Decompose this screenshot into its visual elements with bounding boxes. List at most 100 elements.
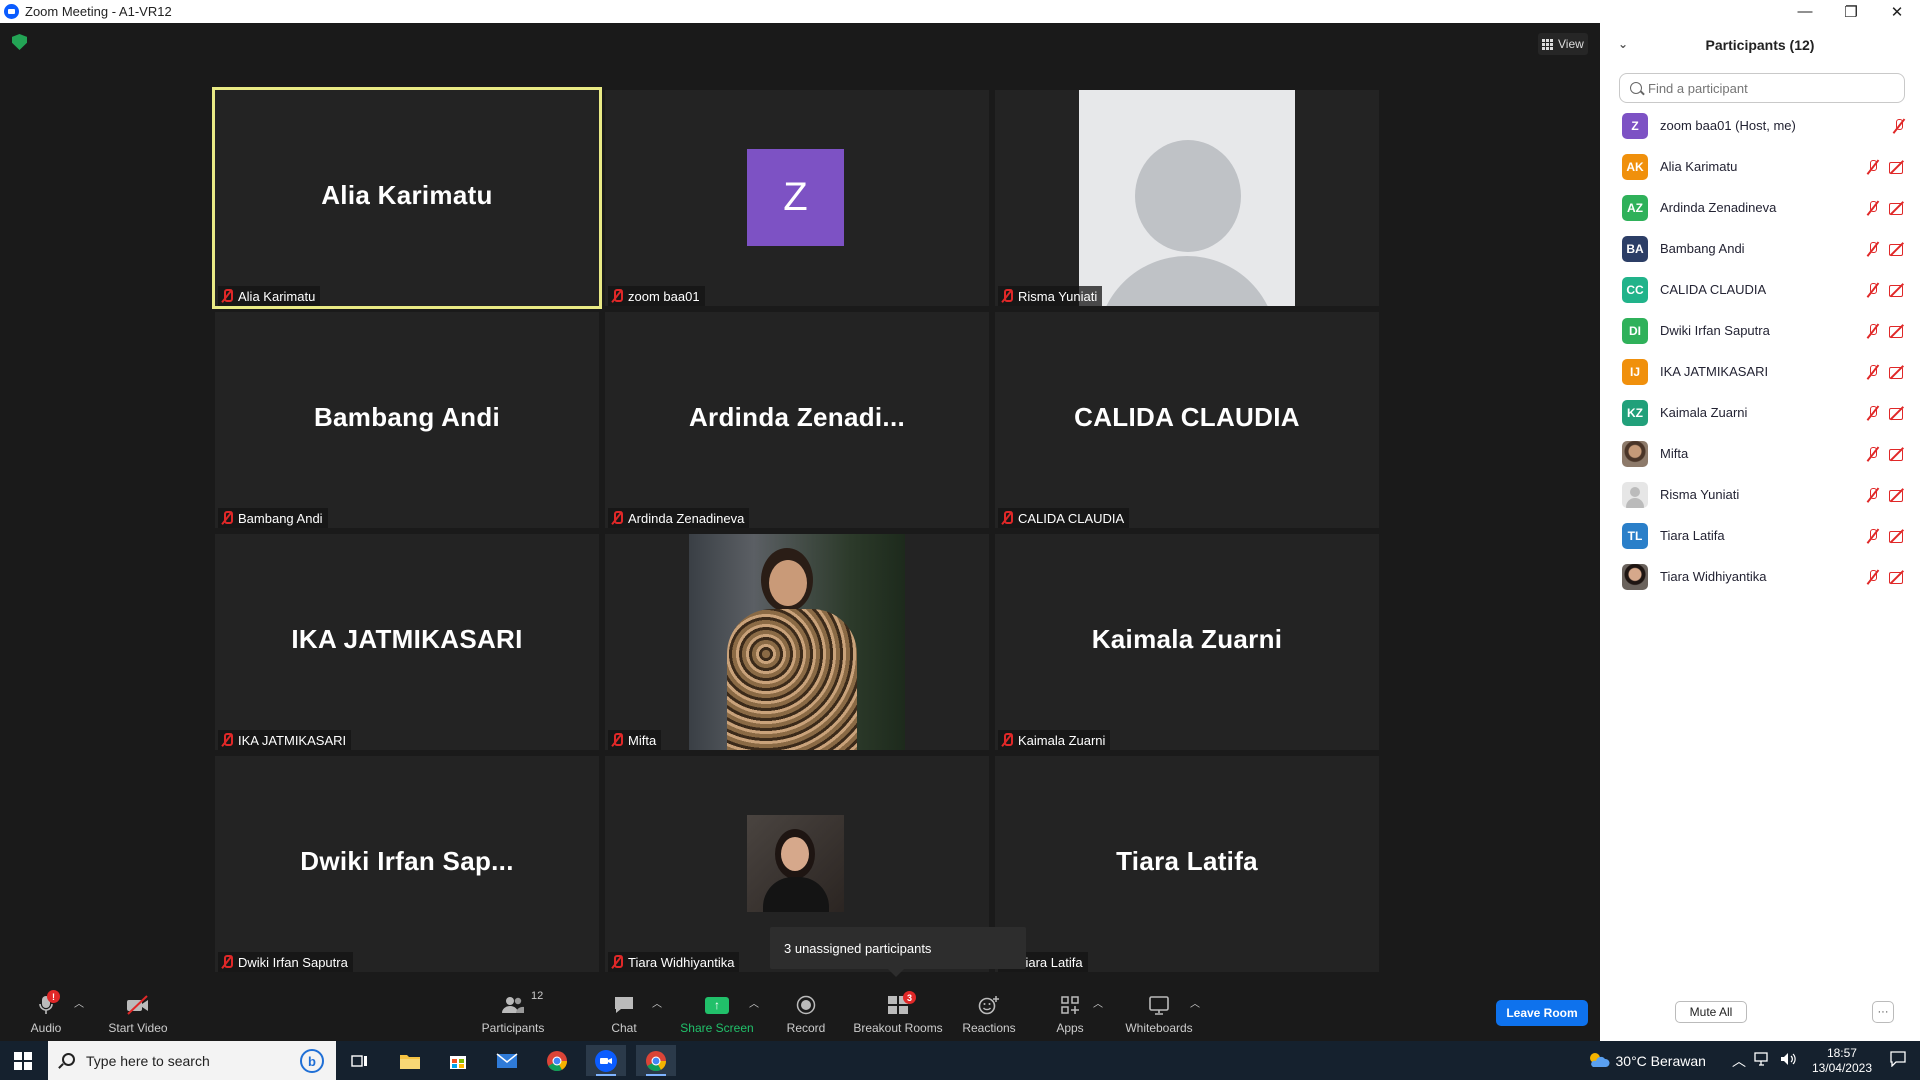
video-tile[interactable]: Risma Yuniati [995,90,1379,306]
audio-options-caret-icon[interactable]: ︿ [74,995,84,1010]
microphone-muted-icon [1866,323,1880,339]
participant-status [1866,364,1906,380]
task-view-icon[interactable] [340,1045,380,1076]
chat-button[interactable]: Chat [608,987,640,1037]
tile-name-label: Mifta [608,730,662,750]
participant-status [1892,118,1906,134]
video-tile[interactable]: Kaimala Zuarni Kaimala Zuarni [995,534,1379,750]
minimize-button[interactable]: — [1782,0,1828,23]
volume-icon[interactable] [1780,1052,1798,1069]
chat-options-caret-icon[interactable]: ︿ [652,995,662,1010]
mail-icon[interactable] [487,1045,527,1076]
participant-row[interactable]: DI Dwiki Irfan Saputra [1600,310,1920,351]
chrome-icon[interactable] [537,1045,577,1076]
leave-room-button[interactable]: Leave Room [1496,1000,1588,1026]
zoom-taskbar-icon[interactable] [586,1045,626,1076]
participant-row[interactable]: Mifta [1600,433,1920,474]
audio-button[interactable]: ! Audio [28,987,64,1037]
video-tile[interactable]: IKA JATMIKASARI IKA JATMIKASARI [215,534,599,750]
participants-button[interactable]: 12 Participants [480,987,546,1037]
restore-button[interactable]: ❐ [1828,0,1874,23]
tile-name-label: Tiara Widhiyantika [608,952,740,972]
microphone-muted-icon [1001,733,1013,747]
taskbar-search[interactable]: Type here to search b [48,1041,336,1080]
participant-avatar: AK [1622,153,1648,180]
network-icon[interactable] [1754,1052,1772,1069]
chat-label: Chat [611,1021,637,1035]
tile-label-text: Bambang Andi [238,510,323,526]
participant-status [1866,569,1906,585]
participant-search-input[interactable] [1648,80,1888,96]
breakout-rooms-badge: 3 [903,991,916,1004]
file-explorer-icon[interactable] [390,1045,430,1076]
video-tile[interactable]: Mifta [605,534,989,750]
whiteboards-options-caret-icon[interactable]: ︿ [1190,995,1200,1010]
video-tile[interactable]: CALIDA CLAUDIA CALIDA CLAUDIA [995,312,1379,528]
participant-row[interactable]: KZ Kaimala Zuarni [1600,392,1920,433]
participant-avatar: DI [1622,317,1648,344]
view-label: View [1558,37,1584,51]
tile-label-text: Tiara Widhiyantika [628,954,735,970]
video-off-icon [1888,200,1906,216]
participant-row[interactable]: CC CALIDA CLAUDIA [1600,269,1920,310]
participant-avatar: KZ [1622,399,1648,426]
show-hidden-icons-icon[interactable]: ︿ [1732,1051,1746,1071]
participant-row[interactable]: Zzoom baa01 (Host, me) [1600,105,1920,146]
tile-name-label: zoom baa01 [608,286,705,306]
record-button[interactable]: Record [784,987,828,1037]
participant-avatar: AZ [1622,194,1648,221]
participant-name: CALIDA CLAUDIA [1660,282,1767,297]
start-video-button[interactable]: Start Video [106,987,170,1037]
video-tile[interactable]: Alia Karimatu Alia Karimatu [212,87,602,309]
microphone-muted-icon [1866,569,1880,585]
whiteboards-button[interactable]: Whiteboards [1125,987,1193,1037]
participant-row[interactable]: BA Bambang Andi [1600,228,1920,269]
weather-icon[interactable] [1586,1049,1610,1072]
microphone-muted-icon [1866,487,1880,503]
notifications-icon[interactable] [1890,1051,1906,1070]
tile-name-label: Alia Karimatu [218,286,321,306]
collapse-chevron-icon[interactable]: ⌄ [1618,37,1628,51]
apps-button[interactable]: Apps [1054,987,1086,1037]
more-options-button[interactable]: ··· [1872,1001,1894,1023]
participant-list: Zzoom baa01 (Host, me) AK Alia Karimatu AZ A… [1600,105,1920,597]
microphone-icon: ! [38,990,60,1016]
participant-search[interactable] [1619,73,1905,103]
breakout-rooms-button[interactable]: 3 Breakout Rooms [852,987,944,1037]
share-screen-button[interactable]: ↑ Share Screen [680,987,754,1037]
video-tile[interactable]: Ardinda Zenadi... Ardinda Zenadineva [605,312,989,528]
participant-row[interactable]: IJ IKA JATMIKASARI [1600,351,1920,392]
microsoft-store-icon[interactable] [438,1045,478,1076]
participant-row[interactable]: TL Tiara Latifa [1600,515,1920,556]
video-tile[interactable]: Bambang Andi Bambang Andi [215,312,599,528]
bing-icon[interactable]: b [300,1049,324,1073]
participant-row[interactable]: Tiara Widhiyantika [1600,556,1920,597]
chrome-profile-icon[interactable] [636,1045,676,1076]
share-options-caret-icon[interactable]: ︿ [749,995,759,1010]
microphone-muted-icon [1866,159,1880,175]
windows-start-icon[interactable] [14,1052,32,1070]
participant-row[interactable]: AZ Ardinda Zenadineva [1600,187,1920,228]
tile-label-text: Mifta [628,732,657,748]
weather-text[interactable]: 30°C Berawan [1616,1053,1706,1069]
tile-display-name: Alia Karimatu [321,180,493,210]
reactions-label: Reactions [962,1021,1016,1035]
view-button[interactable]: View [1538,33,1588,55]
clock[interactable]: 18:57 13/04/2023 [1812,1046,1872,1076]
close-button[interactable]: ✕ [1874,0,1920,23]
participant-row[interactable]: AK Alia Karimatu [1600,146,1920,187]
video-tile[interactable]: Zzoom baa01 [605,90,989,306]
window-controls: — ❐ ✕ [1782,0,1920,23]
participant-name: Dwiki Irfan Saputra [1660,323,1770,338]
microphone-muted-icon [1866,405,1880,421]
reactions-button[interactable]: Reactions [962,987,1016,1037]
video-tile[interactable]: Dwiki Irfan Sap... Dwiki Irfan Saputra [215,756,599,972]
video-tile[interactable]: Tiara Latifa Tiara Latifa [995,756,1379,972]
encryption-shield-icon[interactable] [12,34,27,50]
mute-all-button[interactable]: Mute All [1675,1001,1747,1023]
participants-count: 12 [531,990,544,1002]
participant-row[interactable]: Risma Yuniati [1600,474,1920,515]
record-label: Record [786,1021,826,1035]
apps-options-caret-icon[interactable]: ︿ [1093,995,1103,1010]
microphone-muted-icon [1866,241,1880,257]
